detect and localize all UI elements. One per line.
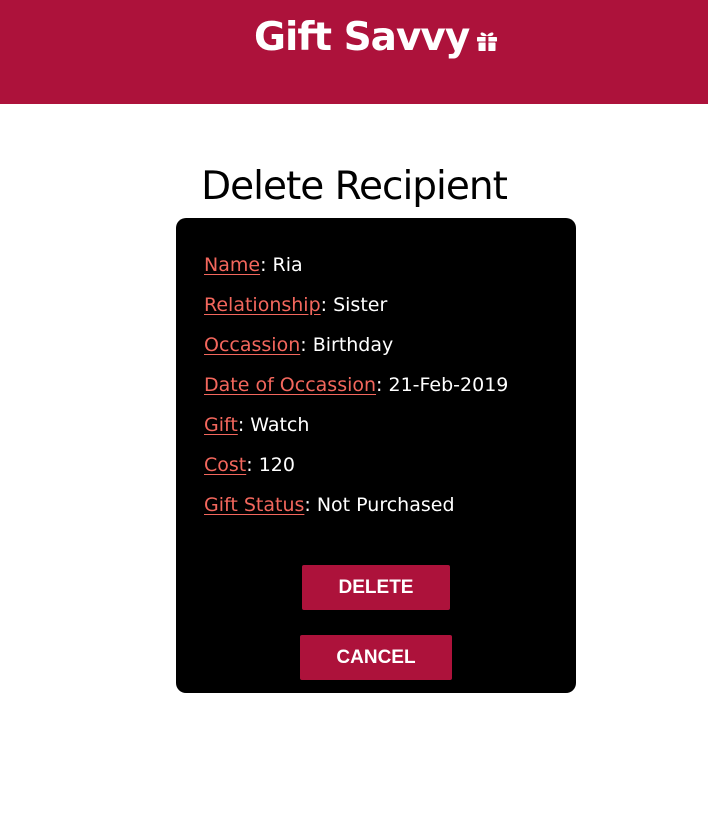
field-relationship: Relationship: Sister <box>204 290 508 330</box>
field-value-name: Ria <box>272 254 303 276</box>
field-value-date-of-occassion: 21-Feb-2019 <box>388 374 509 396</box>
field-label-gift[interactable]: Gift <box>204 414 238 436</box>
field-separator: : <box>237 414 251 436</box>
field-label-gift-status[interactable]: Gift Status <box>204 494 304 516</box>
field-label-relationship[interactable]: Relationship <box>204 294 321 316</box>
field-occassion: Occassion: Birthday <box>204 330 508 370</box>
field-cost: Cost: 120 <box>204 450 508 490</box>
field-separator: : <box>376 374 389 396</box>
field-value-gift-status: Not Purchased <box>316 494 455 516</box>
page-title: Delete Recipient <box>201 164 508 210</box>
field-name: Name: Ria <box>204 250 508 290</box>
field-date-of-occassion: Date of Occassion: 21-Feb-2019 <box>204 370 508 410</box>
field-gift: Gift: Watch <box>204 410 508 450</box>
app-header: Gift Savvy <box>0 0 708 104</box>
field-value-cost: 120 <box>258 454 295 476</box>
gift-icon <box>477 32 497 51</box>
field-separator: : <box>304 494 317 516</box>
field-separator: : <box>260 254 273 276</box>
delete-button[interactable]: DELETE <box>302 565 450 610</box>
field-value-gift: Watch <box>250 414 310 436</box>
field-separator: : <box>300 334 313 356</box>
recipient-card: Name: Ria Relationship: Sister Occassion… <box>176 218 576 693</box>
field-label-cost[interactable]: Cost <box>204 454 246 476</box>
brand-title[interactable]: Gift Savvy <box>254 12 470 64</box>
cancel-button[interactable]: CANCEL <box>300 635 452 680</box>
field-value-relationship: Sister <box>333 294 388 316</box>
field-label-occassion[interactable]: Occassion <box>204 334 300 356</box>
recipient-details: Name: Ria Relationship: Sister Occassion… <box>204 250 508 530</box>
field-value-occassion: Birthday <box>312 334 394 356</box>
field-label-date-of-occassion[interactable]: Date of Occassion <box>204 374 376 396</box>
field-separator: : <box>320 294 334 316</box>
field-separator: : <box>246 454 259 476</box>
field-gift-status: Gift Status: Not Purchased <box>204 490 508 530</box>
field-label-name[interactable]: Name <box>204 254 260 276</box>
